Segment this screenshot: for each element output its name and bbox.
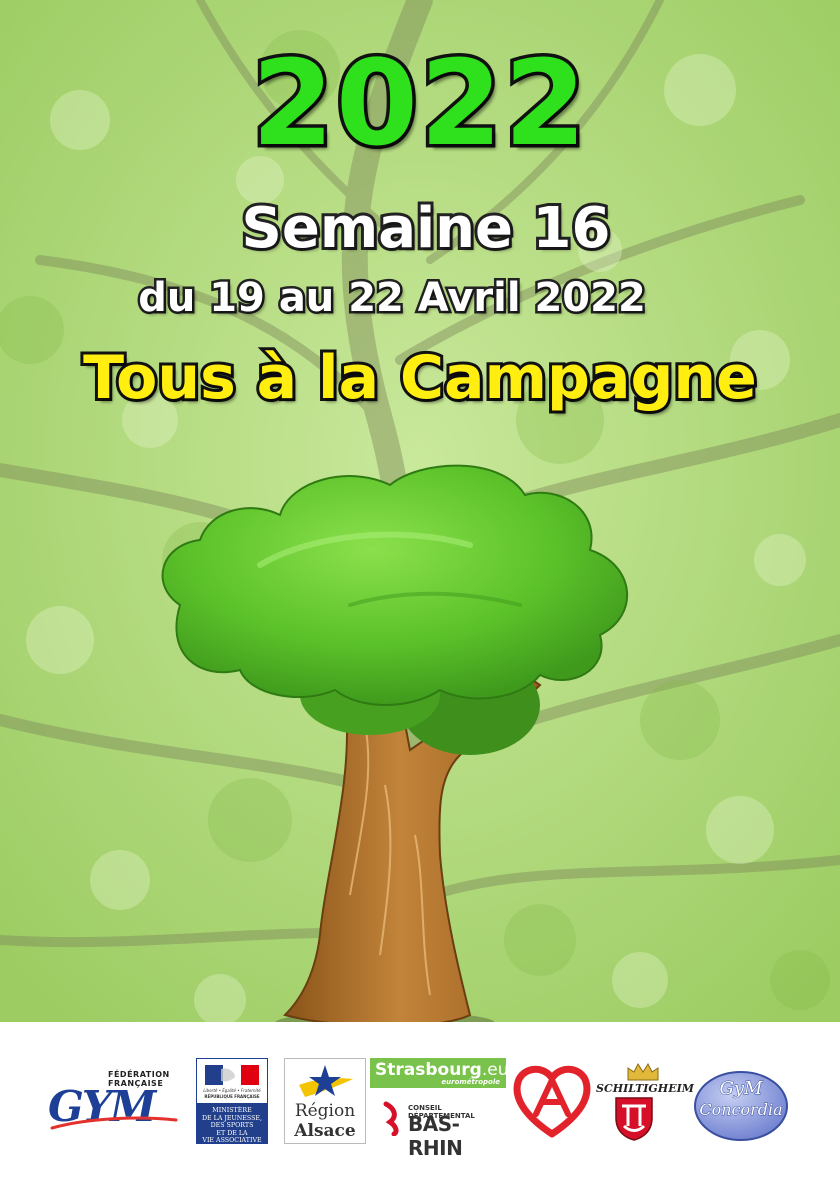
shield-icon: [615, 1097, 653, 1141]
ministry-logo: Liberté • Égalité • Fraternité RÉPUBLIQU…: [196, 1058, 268, 1144]
strasbourg-ext: .eu: [481, 1060, 509, 1080]
marianne-flag-icon: [205, 1065, 259, 1085]
alsace-heart-logo: [513, 1065, 591, 1138]
region-alsace-logo: Région Alsace: [284, 1058, 366, 1144]
schiltigheim-name: SCHILTIGHEIM: [596, 1082, 694, 1095]
alsace-line1: Région: [294, 1101, 356, 1121]
ffgym-swoosh-icon: [50, 1116, 178, 1130]
ministry-text: MINISTÈRE DE LA JEUNESSE, DES SPORTS ET …: [199, 1107, 265, 1145]
year-title: 2022: [248, 34, 589, 172]
tree-icon: [161, 464, 628, 1035]
poster: 2022 Semaine 16 du 19 au 22 Avril 2022 T…: [0, 0, 840, 1188]
ministry-line: DES SPORTS: [210, 1122, 254, 1129]
star-icon: [299, 1065, 353, 1097]
concordia-line2: Concordia: [699, 1100, 783, 1120]
ministry-line: DE LA JEUNESSE,: [201, 1114, 263, 1122]
ministry-line: MINISTÈRE: [212, 1107, 252, 1114]
strasbourg-logo: Strasbourg.eu eurométropole: [370, 1058, 509, 1088]
ffgym-logo: FÉDÉRATION FRANÇAISE GYM: [48, 1070, 180, 1134]
theme-title: Tous à la Campagne: [80, 340, 760, 416]
week-title: Semaine 16: [239, 193, 614, 264]
crown-icon: [627, 1062, 659, 1081]
date-range: du 19 au 22 Avril 2022: [136, 273, 649, 324]
gym-concordia-logo: GyM Concordia: [693, 1070, 789, 1142]
basrhin-mark-icon: [383, 1101, 399, 1136]
strasbourg-name-text: Strasbourg: [375, 1060, 482, 1080]
basrhin-logo: CONSEIL DÉPARTEMENTAL BAS-RHIN: [382, 1100, 506, 1160]
ministry-republic: RÉPUBLIQUE FRANÇAISE: [204, 1094, 260, 1099]
ministry-line: VIE ASSOCIATIVE: [202, 1137, 262, 1144]
ministry-line: ET DE LA: [216, 1129, 248, 1137]
concordia-line1: GyM: [719, 1078, 763, 1100]
ministry-motto: Liberté • Égalité • Fraternité: [203, 1088, 261, 1093]
schiltigheim-logo: SCHILTIGHEIM: [596, 1060, 694, 1144]
strasbourg-sub: eurométropole: [441, 1078, 500, 1086]
alsace-line2: Alsace: [294, 1121, 356, 1141]
basrhin-line2: BAS-RHIN: [408, 1112, 463, 1160]
